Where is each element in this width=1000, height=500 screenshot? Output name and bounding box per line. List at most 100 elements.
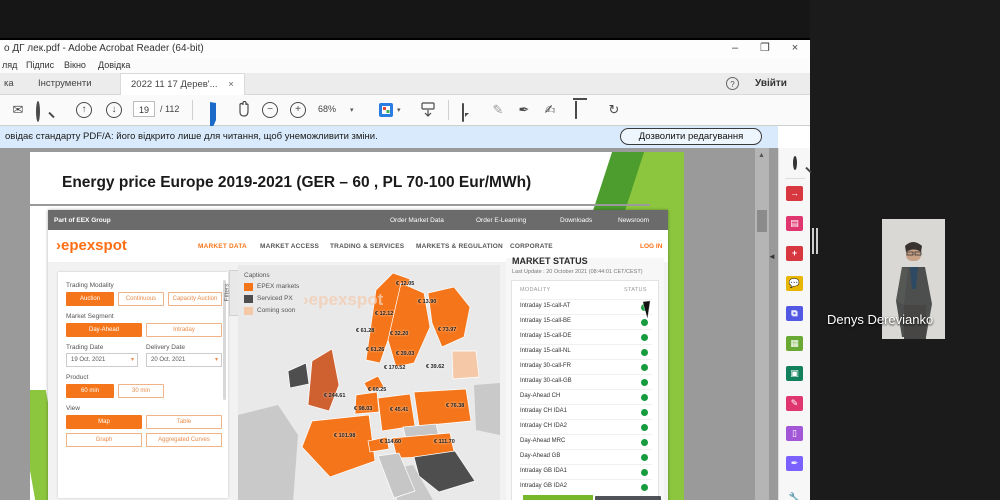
nav-market-data[interactable]: MARKET DATA	[198, 243, 247, 250]
zoom-out-icon[interactable]: −	[262, 102, 278, 118]
legend-label: Coming soon	[257, 307, 295, 314]
previous-page-icon[interactable]: ↑	[76, 102, 92, 118]
trading-date-label: Trading Date	[66, 344, 103, 351]
status-row: Day-Ahead GB	[520, 449, 652, 462]
scroll-up-icon[interactable]: ▲	[758, 152, 765, 159]
price-label: € 13.90	[418, 299, 436, 305]
refresh-icon[interactable]: ↻	[604, 101, 624, 119]
create-pdf-icon[interactable]: +	[786, 246, 803, 261]
search-icon[interactable]	[786, 156, 803, 171]
tab-home-partial[interactable]: ка	[0, 73, 24, 95]
view-graph-button[interactable]: Graph	[66, 433, 142, 447]
product-60min-button[interactable]: 60 min	[66, 384, 114, 398]
nav-trading-services[interactable]: TRADING & SERVICES	[330, 243, 404, 250]
view-aggregated-curves-button[interactable]: Aggregated Curves	[146, 433, 222, 447]
login-link[interactable]: LOG IN	[640, 243, 662, 250]
page-number-input[interactable]: 19	[133, 101, 155, 117]
scroll-mode-icon[interactable]	[420, 102, 436, 123]
menu-help[interactable]: Довідка	[98, 60, 130, 70]
tab-document[interactable]: 2022 11 17 Дерев'... ×	[120, 73, 245, 95]
collapse-panel-icon[interactable]: ◄	[768, 252, 776, 261]
legend-swatch-coming-soon	[244, 307, 253, 315]
nav-markets-regulation[interactable]: MARKETS & REGULATION	[416, 243, 503, 250]
price-label: € 61.26	[366, 347, 384, 353]
delivery-date-select[interactable]: 20 Oct. 2021 ▾	[146, 353, 222, 367]
price-label: € 12.12	[375, 311, 393, 317]
organize-pages-icon[interactable]: ▦	[786, 336, 803, 351]
illegible-footer-smudge	[595, 496, 661, 500]
day-ahead-button[interactable]: Day-Ahead	[66, 323, 142, 337]
view-table-button[interactable]: Table	[146, 415, 222, 429]
page-display-icon[interactable]	[378, 102, 394, 123]
slide-title-rule	[30, 204, 650, 206]
downloads-link[interactable]: Downloads	[560, 217, 592, 224]
menu-view-partial[interactable]: ляд	[2, 60, 17, 70]
newsroom-link[interactable]: Newsroom	[618, 217, 649, 224]
status-ok-dot	[641, 409, 648, 416]
highlight-tool-icon[interactable]: ✎	[488, 101, 508, 119]
status-row: Day-Ahead CH	[520, 389, 652, 402]
menu-sign[interactable]: Підпис	[26, 60, 54, 70]
nav-market-access[interactable]: MARKET ACCESS	[260, 243, 319, 250]
zoom-caret-icon[interactable]: ▾	[350, 106, 354, 114]
trading-date-select[interactable]: 19 Oct. 2021 ▾	[66, 353, 138, 367]
auction-button[interactable]: Auction	[66, 292, 114, 306]
comment-tool-icon[interactable]	[462, 104, 464, 122]
order-elearning-link[interactable]: Order E-Learning	[476, 217, 526, 224]
search-icon[interactable]	[36, 103, 40, 121]
minimize-button[interactable]: –	[722, 41, 748, 56]
product-30min-button[interactable]: 30 min	[118, 384, 164, 398]
menu-window[interactable]: Вікно	[64, 60, 86, 70]
epexspot-logo[interactable]: ›epexspot	[56, 237, 127, 254]
zoom-level-value[interactable]: 68%	[318, 104, 336, 114]
next-page-icon[interactable]: ↓	[106, 102, 122, 118]
status-row: Intraday 15-call-DE	[520, 329, 652, 342]
continuous-button[interactable]: Continuous	[118, 292, 164, 306]
order-market-data-link[interactable]: Order Market Data	[390, 217, 444, 224]
capacity-auction-button[interactable]: Capacity Auction	[168, 292, 222, 306]
scan-ocr-icon[interactable]: ▣	[786, 366, 803, 381]
participant-name: Denys Derevianko	[827, 312, 933, 327]
combine-files-icon[interactable]: ⧉	[786, 306, 803, 321]
select-tool-icon[interactable]	[210, 103, 221, 121]
conference-background: Denys Derevianko	[810, 0, 1000, 500]
hand-tool-icon[interactable]	[234, 101, 254, 119]
title-bar[interactable]: о ДГ лек.pdf - Adobe Acrobat Reader (64-…	[0, 40, 810, 58]
fill-sign-tool-icon[interactable]: ✒	[514, 101, 534, 119]
intraday-button[interactable]: Intraday	[146, 323, 222, 337]
sign-in-button[interactable]: Увійти	[755, 78, 787, 89]
tab-tools[interactable]: Інструменти	[28, 73, 102, 95]
help-icon[interactable]: ?	[726, 77, 739, 90]
legend-label: Serviced PX	[257, 295, 293, 302]
page-display-caret-icon[interactable]: ▾	[397, 106, 401, 114]
toolbar-divider	[192, 100, 193, 120]
delete-tool-icon[interactable]	[575, 101, 577, 119]
scrollbar-thumb[interactable]	[757, 210, 767, 232]
stamp-tool-icon[interactable]: ✍	[540, 101, 560, 119]
price-label: € 39.62	[426, 364, 444, 370]
enable-editing-button[interactable]: Дозволити редагування	[620, 128, 762, 145]
prepare-form-icon[interactable]: ▯	[786, 426, 803, 441]
fill-sign-icon[interactable]: ✎	[786, 396, 803, 411]
tab-close-icon[interactable]: ×	[228, 79, 234, 90]
maximize-button[interactable]: ❐	[752, 41, 778, 56]
zoom-in-icon[interactable]: +	[290, 102, 306, 118]
view-map-button[interactable]: Map	[66, 415, 142, 429]
email-icon[interactable]: ✉	[8, 101, 28, 119]
status-row: Day-Ahead MRC	[520, 434, 652, 447]
panel-resize-handle[interactable]	[812, 228, 820, 254]
close-button[interactable]: ×	[782, 41, 808, 56]
price-label: € 45.41	[390, 407, 408, 413]
trading-modality-label: Trading Modality	[66, 282, 114, 289]
export-pdf-icon[interactable]: →	[786, 186, 803, 201]
view-label: View	[66, 405, 80, 412]
delivery-date-label: Delivery Date	[146, 344, 185, 351]
pdf-scrollbar[interactable]	[755, 148, 769, 500]
page-count-label: / 112	[160, 104, 179, 114]
more-tools-icon[interactable]: 🔧	[786, 490, 803, 500]
comment-icon[interactable]: 💬	[786, 276, 803, 291]
edit-pdf-icon[interactable]: ▤	[786, 216, 803, 231]
nav-corporate[interactable]: CORPORATE	[510, 243, 553, 250]
certificates-icon[interactable]: ✒	[786, 456, 803, 471]
pdf-viewport[interactable]: Energy price Europe 2019-2021 (GER – 60 …	[0, 148, 778, 500]
